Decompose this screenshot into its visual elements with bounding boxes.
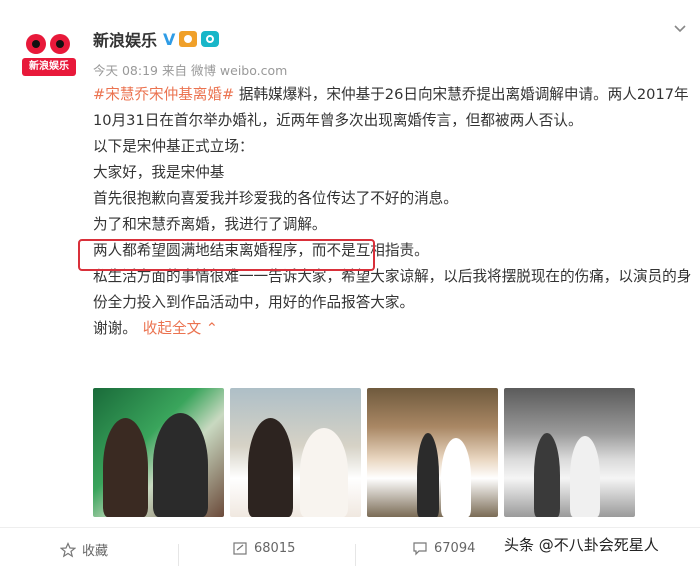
- photo-grid: [93, 388, 635, 517]
- verified-icon: V: [163, 29, 176, 49]
- repost-button[interactable]: 68015: [232, 540, 295, 556]
- post-content: #宋慧乔宋仲基离婚# 据韩媒爆料，宋仲基于26日向宋慧乔提出离婚调解申请。两人2…: [93, 82, 693, 342]
- star-icon: [60, 541, 76, 558]
- chevron-down-icon[interactable]: [672, 20, 688, 36]
- repost-icon: [233, 542, 247, 555]
- photo-3[interactable]: [367, 388, 498, 517]
- avatar-eye-right: [50, 34, 70, 54]
- camera-icon: [201, 31, 220, 47]
- username[interactable]: 新浪娱乐: [93, 27, 157, 51]
- post-paragraph: #宋慧乔宋仲基离婚# 据韩媒爆料，宋仲基于26日向宋慧乔提出离婚调解申请。两人2…: [93, 82, 693, 134]
- topic-link[interactable]: #宋慧乔宋仲基离婚#: [93, 86, 234, 103]
- photo-2[interactable]: [230, 388, 361, 517]
- avatar-eye-left: [26, 34, 46, 54]
- divider: [355, 544, 356, 566]
- repost-count: 68015: [254, 540, 296, 556]
- collapse-link[interactable]: 收起全文 ⌃: [143, 320, 218, 337]
- post-line: 大家好，我是宋仲基: [93, 164, 225, 181]
- post-line: 以下是宋仲基正式立场：: [93, 138, 254, 155]
- post-line: 首先很抱歉向喜爱我并珍爱我的各位传达了不好的消息。: [93, 190, 458, 207]
- comment-count: 67094: [434, 540, 476, 556]
- avatar-badge: 新浪娱乐: [22, 58, 76, 76]
- divider: [178, 544, 179, 566]
- favorite-label: 收藏: [82, 544, 109, 559]
- post-meta: 今天 08:19 来自 微博 weibo.com: [93, 63, 288, 78]
- comment-button[interactable]: 67094: [412, 540, 475, 556]
- post-closing: 谢谢。: [93, 320, 137, 337]
- medal-icon: [179, 31, 198, 47]
- avatar[interactable]: 新浪娱乐: [22, 28, 76, 80]
- post-line-highlighted: 为了和宋慧乔离婚，我进行了调解。: [93, 216, 327, 233]
- watermark: 头条 @不八卦会死星人: [504, 536, 659, 554]
- photo-4[interactable]: [504, 388, 635, 517]
- highlight-box: [78, 239, 375, 271]
- favorite-button[interactable]: 收藏: [60, 540, 108, 559]
- comment-icon: [413, 542, 427, 556]
- post-closing-row: 谢谢。 收起全文 ⌃: [93, 316, 693, 342]
- post-line: 私生活方面的事情很难一一告诉大家，希望大家谅解，以后我将摆脱现在的伤痛，以演员的…: [93, 268, 692, 311]
- author-row: 新浪娱乐 V: [93, 27, 220, 51]
- photo-1[interactable]: [93, 388, 224, 517]
